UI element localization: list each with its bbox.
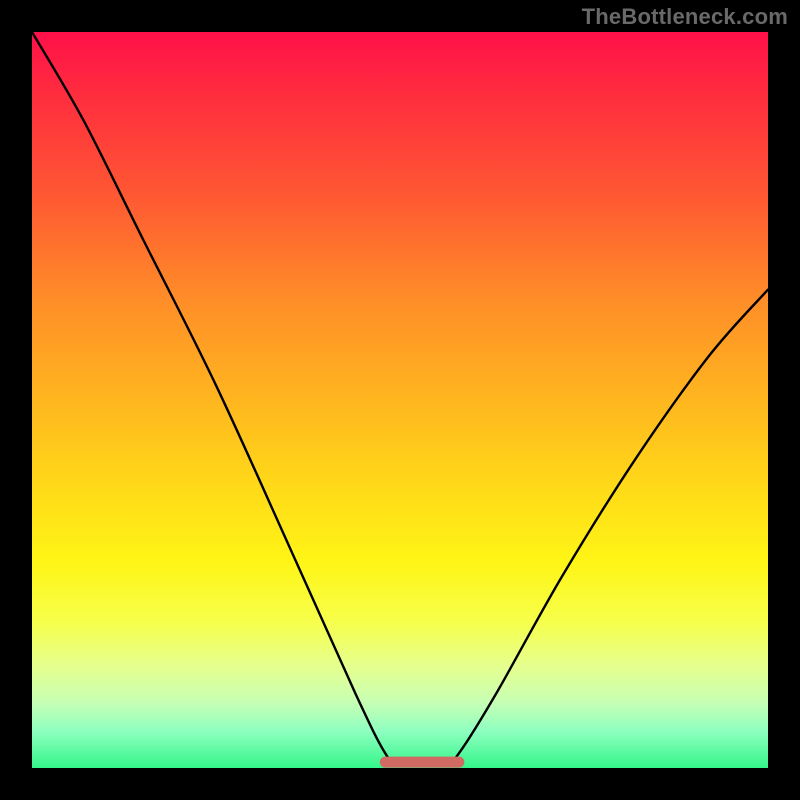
curve-svg — [32, 32, 768, 768]
chart-frame: TheBottleneck.com — [0, 0, 800, 800]
bottleneck-curve — [32, 32, 768, 766]
plot-area — [32, 32, 768, 768]
watermark-text: TheBottleneck.com — [582, 4, 788, 30]
